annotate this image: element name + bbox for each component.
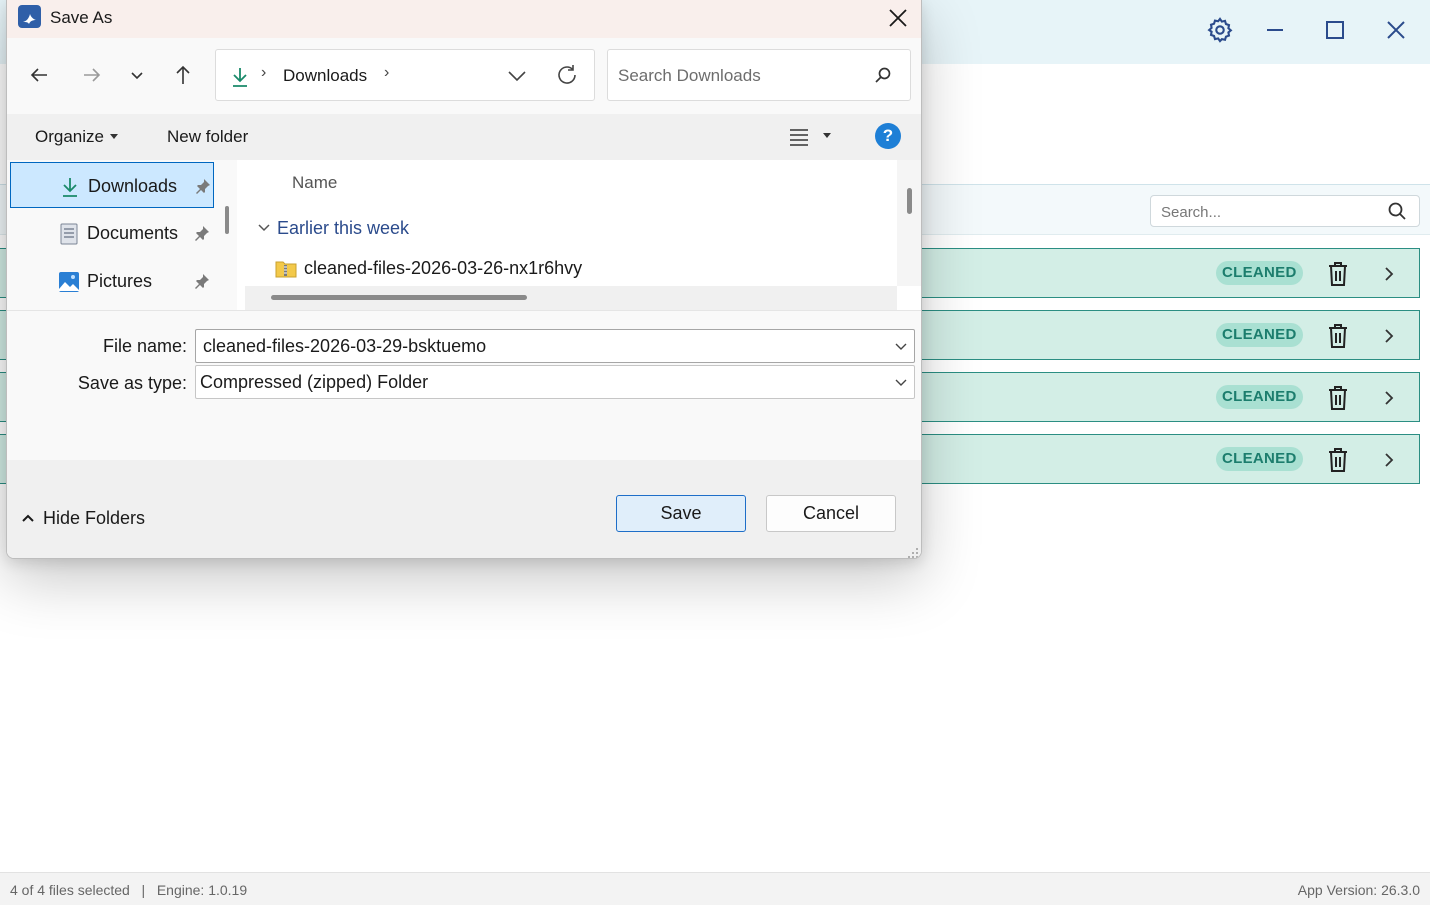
status-bar: 4 of 4 files selected | Engine: 1.0.19 A… — [0, 872, 1430, 905]
search-icon[interactable] — [874, 66, 892, 89]
chevron-right-icon[interactable] — [1380, 387, 1398, 409]
status-badge: CLEANED — [1216, 447, 1303, 471]
organize-menu[interactable]: Organize — [35, 127, 118, 147]
app-search-input[interactable] — [1161, 201, 1381, 223]
save-form: File name: Save as type: Compressed (zip… — [7, 310, 921, 460]
chevron-down-icon[interactable] — [894, 340, 908, 354]
chevron-down-icon — [258, 224, 270, 231]
nav-item-downloads[interactable]: Downloads — [10, 162, 214, 208]
new-folder-button[interactable]: New folder — [167, 127, 248, 147]
group-header-label: Earlier this week — [277, 218, 410, 238]
nav-item-pictures[interactable]: Pictures — [10, 258, 214, 304]
file-list: Name Earlier this week cleaned-files-202… — [245, 160, 897, 310]
browse-area: Downloads Documents Pictures Name Earlie… — [7, 160, 921, 310]
pin-icon[interactable] — [194, 273, 210, 289]
zip-folder-icon — [275, 260, 297, 278]
trash-icon[interactable] — [1326, 385, 1350, 411]
help-button[interactable]: ? — [875, 123, 901, 149]
nav-item-label: Downloads — [88, 176, 178, 196]
chevron-right-icon[interactable] — [1380, 449, 1398, 471]
caret-down-icon — [823, 132, 831, 138]
nav-item-label: Documents — [87, 223, 179, 243]
recent-locations-chevron-icon[interactable] — [121, 59, 153, 91]
navigation-bar: › Downloads › — [7, 38, 921, 114]
horizontal-scrollbar[interactable] — [245, 286, 897, 310]
dialog-title: Save As — [50, 8, 113, 27]
pin-icon[interactable] — [195, 178, 211, 194]
scrollbar-thumb[interactable] — [271, 295, 527, 300]
close-window-icon[interactable] — [1380, 14, 1412, 46]
save-as-dialog: Save As › Downloads › Search Downloads O… — [6, 0, 922, 559]
vertical-scrollbar[interactable] — [897, 160, 921, 286]
navigation-pane: Downloads Documents Pictures — [7, 160, 237, 310]
file-name-input[interactable] — [203, 335, 883, 357]
trash-icon[interactable] — [1326, 447, 1350, 473]
column-header-name[interactable]: Name — [292, 173, 337, 193]
search-icon[interactable] — [1387, 201, 1407, 226]
app-logo-icon — [18, 5, 41, 28]
scrollbar-thumb[interactable] — [907, 188, 912, 214]
list-view-icon — [790, 128, 808, 146]
back-arrow-icon[interactable] — [23, 59, 55, 91]
minimize-icon[interactable] — [1259, 14, 1291, 46]
breadcrumb-separator[interactable]: › — [384, 64, 389, 82]
save-type-label: Save as type: — [77, 373, 187, 393]
resize-grip-icon[interactable] — [907, 546, 919, 558]
file-name-label: File name: — [102, 336, 187, 356]
nav-pane-scrollbar[interactable] — [225, 206, 229, 234]
chevron-down-icon[interactable] — [894, 376, 908, 390]
dialog-search-input[interactable] — [618, 65, 858, 87]
app-version: App Version: 26.3.0 — [1297, 882, 1420, 898]
chevron-up-icon — [22, 514, 34, 522]
save-type-select[interactable]: Compressed (zipped) Folder — [195, 365, 915, 399]
breadcrumb-separator[interactable]: › — [261, 64, 266, 82]
trash-icon[interactable] — [1326, 261, 1350, 287]
refresh-icon[interactable] — [554, 62, 580, 88]
status-badge: CLEANED — [1216, 261, 1303, 285]
dialog-titlebar: Save As — [7, 0, 921, 38]
up-arrow-icon[interactable] — [167, 59, 199, 91]
save-button[interactable]: Save — [616, 495, 746, 532]
cancel-button[interactable]: Cancel — [766, 495, 896, 532]
view-options-menu[interactable] — [789, 126, 831, 146]
group-header[interactable]: Earlier this week — [257, 218, 409, 239]
dialog-footer: Hide Folders Save Cancel — [7, 460, 921, 558]
caret-down-icon — [109, 133, 118, 139]
status-badge: CLEANED — [1216, 323, 1303, 347]
hide-folders-toggle[interactable]: Hide Folders — [21, 508, 145, 529]
download-arrow-icon — [230, 66, 250, 93]
address-dropdown-icon[interactable] — [506, 64, 530, 88]
hide-folders-label: Hide Folders — [43, 508, 146, 528]
selection-status: 4 of 4 files selected | Engine: 1.0.19 — [10, 882, 248, 898]
file-name: cleaned-files-2026-03-26-nx1r6hvy — [304, 258, 583, 278]
download-arrow-icon — [59, 176, 81, 198]
command-bar: Organize New folder ? — [7, 114, 921, 160]
status-badge: CLEANED — [1216, 385, 1303, 409]
forward-arrow-icon[interactable] — [76, 59, 108, 91]
nav-item-label: Pictures — [87, 271, 153, 291]
app-search-box[interactable] — [1150, 195, 1420, 227]
organize-label: Organize — [35, 127, 104, 146]
pictures-icon — [58, 271, 80, 293]
pin-icon[interactable] — [194, 225, 210, 241]
maximize-icon[interactable] — [1319, 14, 1351, 46]
dialog-search-box[interactable] — [607, 49, 911, 101]
save-type-value: Compressed (zipped) Folder — [200, 372, 429, 392]
nav-item-documents[interactable]: Documents — [10, 210, 214, 256]
documents-icon — [58, 223, 80, 245]
breadcrumb-downloads[interactable]: Downloads — [283, 66, 367, 86]
close-icon[interactable] — [883, 3, 913, 33]
file-name-combobox[interactable] — [195, 329, 915, 363]
trash-icon[interactable] — [1326, 323, 1350, 349]
chevron-right-icon[interactable] — [1380, 325, 1398, 347]
settings-gear-icon[interactable] — [1204, 14, 1236, 46]
address-bar[interactable]: › Downloads › — [215, 49, 595, 101]
chevron-right-icon[interactable] — [1380, 263, 1398, 285]
